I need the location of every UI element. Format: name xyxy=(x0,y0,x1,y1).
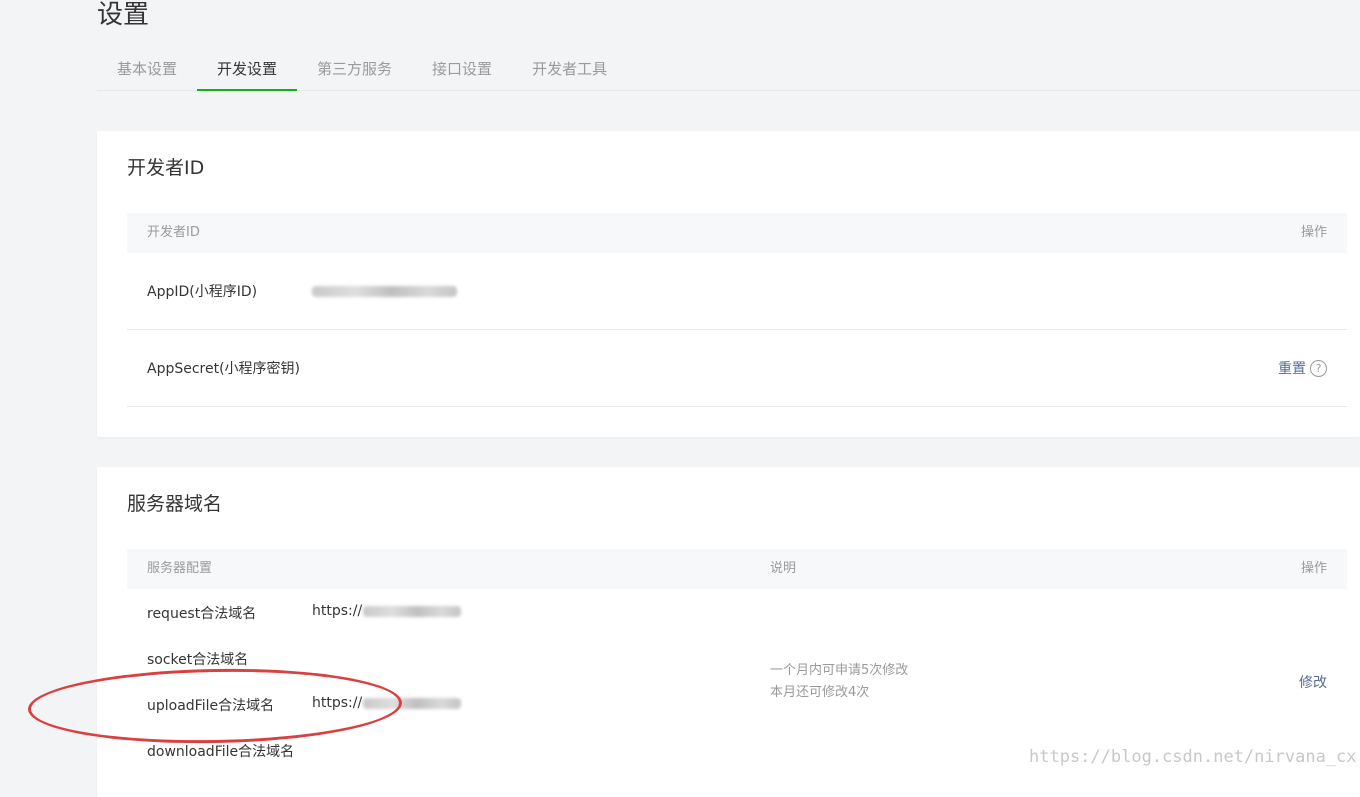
help-icon[interactable]: ? xyxy=(1310,359,1327,377)
modify-link[interactable]: 修改 xyxy=(1299,672,1327,692)
header-description: 说明 xyxy=(770,561,797,576)
tab-basic-settings[interactable]: 基本设置 xyxy=(97,48,197,91)
header-action: 操作 xyxy=(1300,561,1327,576)
reset-link[interactable]: 重置 xyxy=(1278,358,1306,378)
appsecret-row: AppSecret(小程序密钥) 重置 ? xyxy=(127,330,1347,407)
settings-tabs: 基本设置 开发设置 第三方服务 接口设置 开发者工具 xyxy=(97,48,1360,91)
tab-dev-settings[interactable]: 开发设置 xyxy=(197,48,298,91)
settings-page: 设置 基本设置 开发设置 第三方服务 接口设置 开发者工具 开发者ID 开发者I… xyxy=(97,0,1360,797)
tab-third-party[interactable]: 第三方服务 xyxy=(297,48,412,91)
watermark: https://blog.csdn.net/nirvana_cx xyxy=(1029,747,1357,767)
desc-line-2: 本月还可修改4次 xyxy=(770,685,870,700)
appsecret-actions: 重置 ? xyxy=(1278,358,1327,378)
request-domain-label: request合法域名 xyxy=(147,606,257,622)
downloadfile-domain-label: downloadFile合法域名 xyxy=(147,744,295,760)
tab-dev-tools[interactable]: 开发者工具 xyxy=(512,48,627,91)
server-table-header: 服务器配置 说明 操作 xyxy=(127,549,1347,589)
request-domain-value: https:// xyxy=(312,603,462,619)
appid-row: AppID(小程序ID) xyxy=(127,253,1347,330)
developer-id-card: 开发者ID 开发者ID 操作 AppID(小程序ID) AppSecret(小程… xyxy=(97,131,1360,437)
developer-id-title: 开发者ID xyxy=(127,157,205,179)
developer-table-header: 开发者ID 操作 xyxy=(127,213,1347,253)
server-description: 一个月内可申请5次修改 本月还可修改4次 xyxy=(770,660,908,704)
page-title: 设置 xyxy=(97,0,150,30)
tab-api-settings[interactable]: 接口设置 xyxy=(412,48,512,91)
server-domain-title: 服务器域名 xyxy=(127,493,223,515)
appsecret-label: AppSecret(小程序密钥) xyxy=(147,361,301,377)
socket-domain-label: socket合法域名 xyxy=(147,652,249,668)
appid-value-redacted xyxy=(312,283,457,299)
header-server-config: 服务器配置 xyxy=(147,561,213,576)
appid-label: AppID(小程序ID) xyxy=(147,284,258,300)
desc-line-1: 一个月内可申请5次修改 xyxy=(770,663,909,678)
header-action: 操作 xyxy=(1300,225,1327,240)
header-developer-id: 开发者ID xyxy=(147,225,200,240)
